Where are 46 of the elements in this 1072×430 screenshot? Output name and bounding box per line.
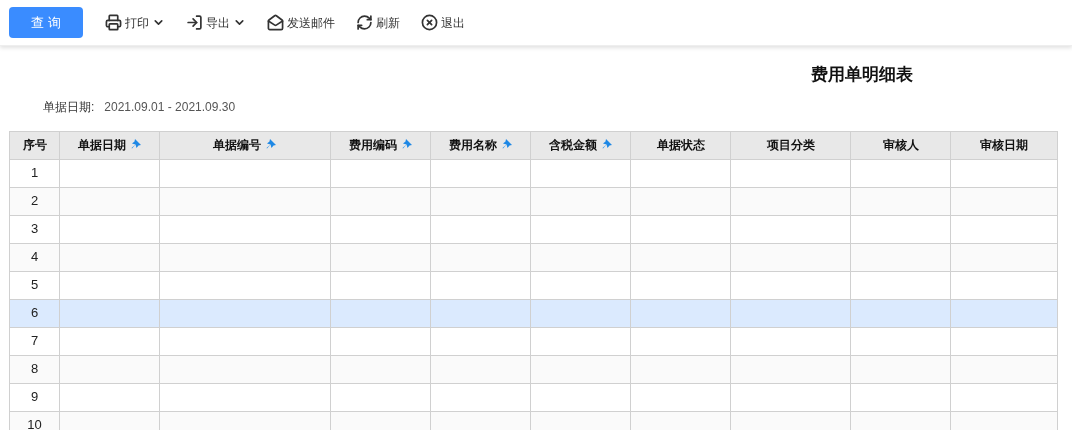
table-row[interactable]: 6 — [9, 299, 1058, 327]
table-row[interactable]: 9 — [9, 383, 1058, 411]
column-header[interactable]: 单据编号 — [159, 131, 331, 159]
column-header: 单据状态 — [630, 131, 731, 159]
row-number: 1 — [9, 159, 60, 187]
row-number: 9 — [9, 383, 60, 411]
pin-icon[interactable] — [265, 138, 277, 150]
printer-icon — [105, 14, 122, 31]
column-header: 审核人 — [850, 131, 951, 159]
refresh-icon — [356, 14, 373, 31]
row-number: 2 — [9, 187, 60, 215]
column-header[interactable]: 费用编码 — [330, 131, 431, 159]
toolbar-button[interactable]: 发送邮件 — [267, 8, 335, 37]
row-number: 3 — [9, 215, 60, 243]
pin-icon[interactable] — [400, 138, 413, 150]
envelope-icon — [267, 14, 284, 31]
pin-icon[interactable] — [129, 138, 142, 150]
row-number: 5 — [9, 271, 60, 299]
column-header[interactable]: 费用名称 — [430, 131, 531, 159]
filter-value: 2021.09.01 - 2021.09.30 — [104, 98, 236, 116]
report-title: 费用单明细表 — [810, 64, 914, 86]
toolbar-button[interactable]: 导出 — [186, 8, 246, 37]
toolbar-button[interactable]: 刷新 — [356, 8, 400, 37]
table-row[interactable]: 1 — [9, 159, 1058, 187]
row-number: 6 — [9, 299, 60, 327]
table-row[interactable]: 3 — [9, 215, 1058, 243]
table-row[interactable]: 2 — [9, 187, 1058, 215]
column-header: 审核日期 — [950, 131, 1058, 159]
column-header[interactable]: 单据日期 — [59, 131, 160, 159]
table-row[interactable]: 8 — [9, 355, 1058, 383]
arrow-into-box-icon — [186, 14, 203, 31]
row-number: 8 — [9, 355, 60, 383]
column-header: 序号 — [9, 131, 60, 159]
table-row[interactable]: 7 — [9, 327, 1058, 355]
toolbar-button[interactable]: 打印 — [105, 8, 165, 37]
close-circle-icon — [421, 14, 438, 31]
filter-label: 单据日期: — [43, 98, 95, 116]
row-number: 7 — [9, 327, 60, 355]
row-number: 4 — [9, 243, 60, 271]
toolbar-button[interactable]: 退出 — [421, 8, 465, 37]
table-row[interactable]: 5 — [9, 271, 1058, 299]
pin-icon[interactable] — [600, 138, 613, 150]
pin-icon[interactable] — [500, 138, 513, 150]
column-header[interactable]: 含税金额 — [530, 131, 631, 159]
column-header: 项目分类 — [730, 131, 851, 159]
table-row[interactable]: 4 — [9, 243, 1058, 271]
